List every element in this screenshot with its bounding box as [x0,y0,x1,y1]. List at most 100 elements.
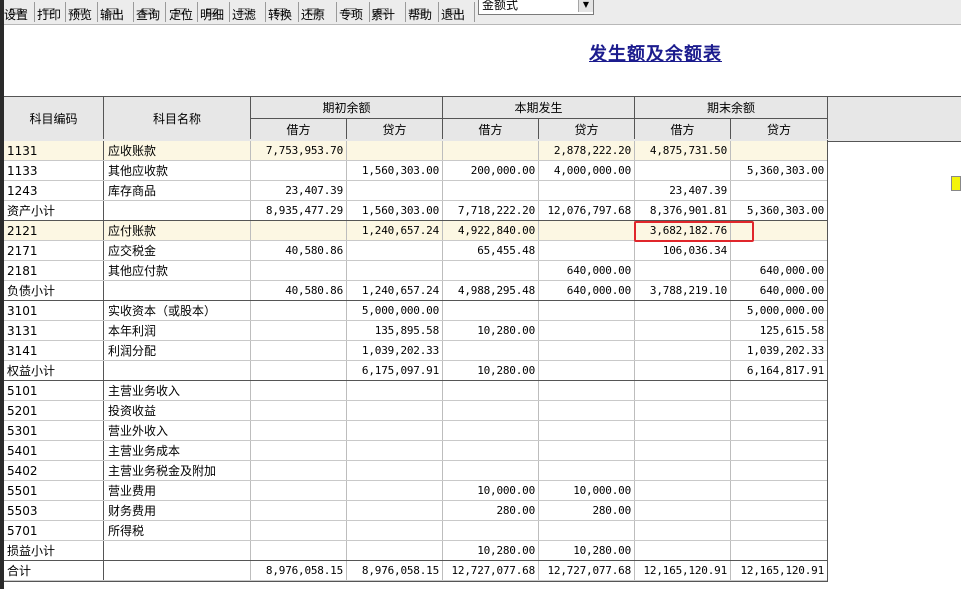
cell-opening-credit [347,501,443,521]
cell-current-debit: 4,922,840.00 [443,221,539,241]
table-row[interactable]: 5503 财务费用 280.00 280.00 [4,501,828,521]
cell-account-name: 营业外收入 [104,421,251,441]
toolbar-button-cumulative[interactable]: 累计 [371,0,395,24]
toolbar-button-special[interactable]: 专项 [339,0,363,24]
cell-closing-debit [635,161,731,181]
cell-opening-debit: 23,407.39 [251,181,347,201]
table-row[interactable]: 损益小计 10,280.00 10,280.00 [4,541,828,561]
cell-opening-debit [251,541,347,561]
toolbar-button-label: 专项 [339,8,364,22]
cell-opening-debit: 8,935,477.29 [251,201,347,221]
toolbar-button-export[interactable]: 输出 [100,0,124,24]
table-row[interactable]: 5501 营业费用 10,000.00 10,000.00 [4,481,828,501]
table-row[interactable]: 合计 8,976,058.15 8,976,058.15 12,727,077.68 1… [4,561,828,581]
toolbar-button-help[interactable]: 帮助 [408,0,432,24]
table-row[interactable]: 5301 营业外收入 [4,421,828,441]
dropdown-arrow-icon[interactable]: ▼ [578,0,593,12]
cell-closing-credit [731,401,828,421]
table-row[interactable]: 1131 应收账款 7,753,953.70 2,878,222.20 4,875,73… [4,141,828,161]
table-row[interactable]: 权益小计 6,175,097.91 10,280.00 6,164,817.91 [4,361,828,381]
toolbar-button-label: 还原 [301,8,326,22]
toolbar-button-filter[interactable]: 过滤 [232,0,256,24]
table-row[interactable]: 2181 其他应付款 640,000.00 640,000.00 [4,261,828,281]
table-row[interactable]: 5101 主营业务收入 [4,381,828,401]
cell-opening-credit [347,141,443,161]
cell-current-credit [539,321,635,341]
cell-account-name: 实收资本（或股本） [104,301,251,321]
cell-closing-debit: 3,788,219.10 [635,281,731,301]
cell-current-credit: 12,076,797.68 [539,201,635,221]
cell-closing-credit [731,441,828,461]
cell-closing-debit [635,401,731,421]
table-row[interactable]: 2171 应交税金 40,580.86 65,455.48 106,036.34 [4,241,828,261]
cell-closing-credit [731,241,828,261]
cell-account-name: 利润分配 [104,341,251,361]
cell-opening-debit [251,461,347,481]
toolbar-separator [197,2,198,22]
table-row[interactable]: 资产小计 8,935,477.29 1,560,303.00 7,718,222.20… [4,201,828,221]
cell-closing-credit [731,461,828,481]
toolbar-button-restore[interactable]: 还原 [301,0,325,24]
cell-current-credit [539,181,635,201]
cell-closing-credit: 1,039,202.33 [731,341,828,361]
cell-opening-debit: 40,580.86 [251,281,347,301]
cell-current-credit [539,221,635,241]
cell-closing-credit: 5,000,000.00 [731,301,828,321]
table-row[interactable]: 3101 实收资本（或股本） 5,000,000.00 5,000,000.00 [4,301,828,321]
toolbar-separator [133,2,134,22]
format-select[interactable]: 金额式 ▼ [478,0,594,15]
cell-account-name: 主营业务成本 [104,441,251,461]
cell-account-name: 应交税金 [104,241,251,261]
toolbar-button-print[interactable]: 打印 [37,0,61,24]
toolbar-button-label: 预览 [68,8,93,22]
table-row[interactable]: 1133 其他应收款 1,560,303.00 200,000.00 4,000,000… [4,161,828,181]
cell-account-code: 5701 [4,521,104,541]
cell-current-credit [539,441,635,461]
help-icon [413,0,427,15]
toolbar-separator [65,2,66,22]
cell-account-code: 5402 [4,461,104,481]
format-select-value: 金额式 [482,0,519,12]
toolbar-separator [405,2,406,22]
cell-closing-credit: 640,000.00 [731,281,828,301]
table-row[interactable]: 1243 库存商品 23,407.39 23,407.39 [4,181,828,201]
special-icon [344,0,358,15]
cell-opening-credit: 1,560,303.00 [347,201,443,221]
cell-current-debit [443,401,539,421]
table-row[interactable]: 3131 本年利润 135,895.58 10,280.00 125,615.58 [4,321,828,341]
toolbar-button-query[interactable]: 查询 [136,0,160,24]
cell-account-code: 5201 [4,401,104,421]
cell-closing-debit: 4,875,731.50 [635,141,731,161]
table-row[interactable]: 5401 主营业务成本 [4,441,828,461]
toolbar-button-convert[interactable]: 转换 [268,0,292,24]
print-icon [42,0,56,15]
cell-opening-credit [347,481,443,501]
toolbar-button-detail[interactable]: 明细 [200,0,224,24]
cell-opening-debit [251,301,347,321]
cell-current-credit: 640,000.00 [539,281,635,301]
table-row[interactable]: 5201 投资收益 [4,401,828,421]
toolbar-button-locate[interactable]: 定位 [169,0,193,24]
cell-closing-credit [731,521,828,541]
cell-current-debit [443,301,539,321]
cell-account-code: 3131 [4,321,104,341]
cell-current-credit [539,381,635,401]
cell-account-code: 5401 [4,441,104,461]
cell-closing-debit [635,541,731,561]
table-row[interactable]: 5701 所得税 [4,521,828,541]
cell-opening-credit [347,461,443,481]
cell-account-code: 1131 [4,141,104,161]
cell-current-debit [443,141,539,161]
preview-icon [73,0,87,15]
table-row[interactable]: 5402 主营业务税金及附加 [4,461,828,481]
toolbar-button-exit[interactable]: 退出 [441,0,465,24]
cell-opening-credit [347,401,443,421]
table-row[interactable]: 3141 利润分配 1,039,202.33 1,039,202.33 [4,341,828,361]
header-account-code: 科目编码 [4,97,104,139]
header-closing-balance: 期末余额 [635,97,828,118]
toolbar-button-settings[interactable]: 设置 [4,0,28,24]
toolbar-button-preview[interactable]: 预览 [68,0,92,24]
table-row[interactable]: 负债小计 40,580.86 1,240,657.24 4,988,295.48 640… [4,281,828,301]
cell-opening-debit [251,381,347,401]
cell-closing-debit [635,521,731,541]
